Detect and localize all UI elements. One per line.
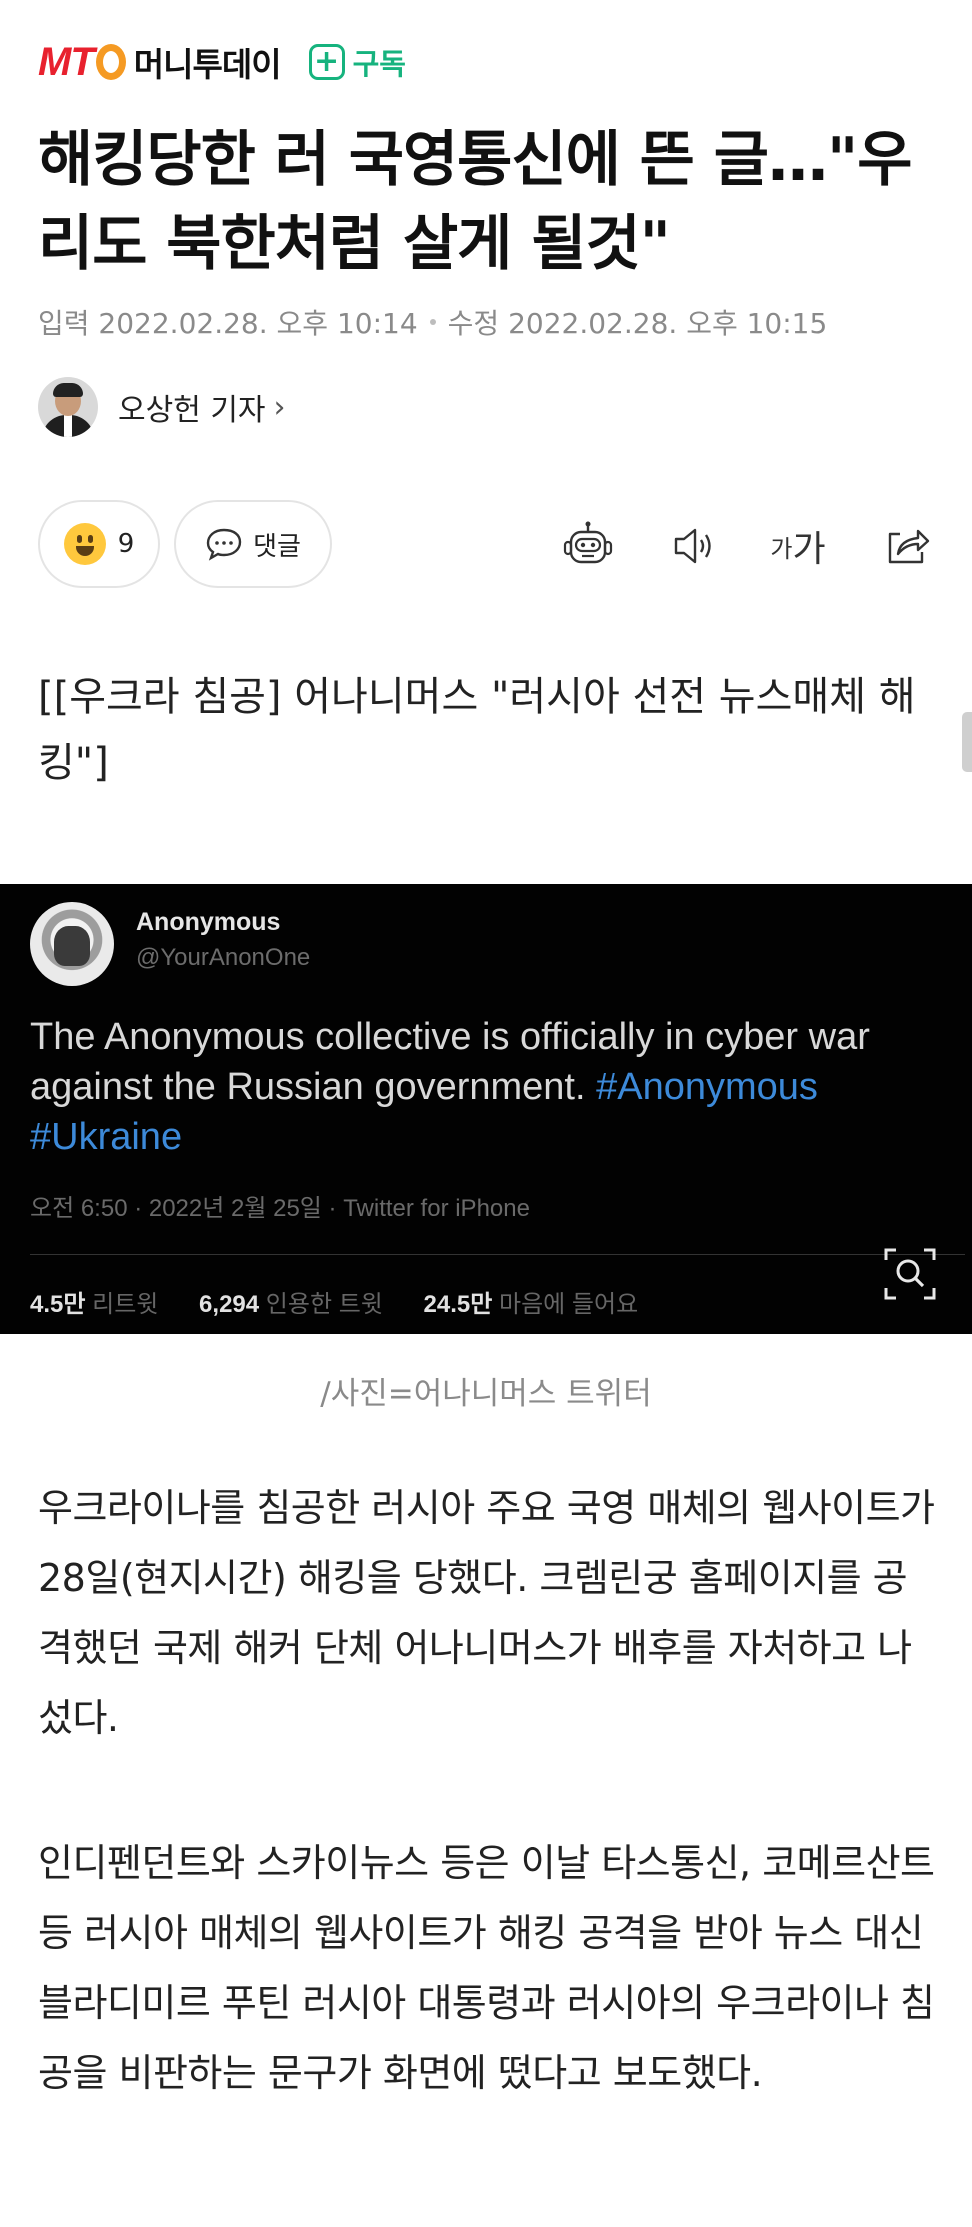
edit-date: 수정 2022.02.28. 오후 10:15 [447, 307, 828, 340]
date-separator [429, 319, 436, 325]
article-paragraph-2: 인디펜던트와 스카이뉴스 등은 이날 타스통신, 코메르산트 등 러시아 매체의… [38, 1841, 935, 2095]
comment-label: 댓글 [253, 531, 301, 562]
share-icon[interactable] [878, 518, 934, 574]
comment-button[interactable]: 댓글 [174, 500, 332, 588]
reaction-button[interactable]: 9 [38, 500, 160, 588]
retweets-label: 리트윗 [92, 1291, 159, 1318]
reporter-avatar [38, 377, 98, 437]
tweet-image: Anonymous @YourAnonOne The Anonymous col… [0, 884, 972, 1334]
reporter-name: 오상헌 기자 [118, 393, 266, 428]
subscribe-button[interactable]: + 구독 [308, 41, 406, 83]
reporter-link[interactable]: 오상헌 기자 › [38, 377, 286, 437]
tweet-hashtag-anonymous: #Anonymous [596, 1066, 818, 1108]
scrollbar-thumb[interactable] [962, 712, 972, 772]
chevron-right-icon: › [273, 389, 286, 425]
tweet-divider [30, 1254, 965, 1255]
logo-mto[interactable]: MT [38, 40, 126, 85]
zoom-icon[interactable] [880, 1244, 940, 1304]
robot-icon[interactable] [560, 518, 616, 574]
input-date: 입력 2022.02.28. 오후 10:14 [38, 307, 418, 340]
reaction-toolbar: 9 댓글 가가 [38, 500, 938, 590]
tweet-meta: 오전 6:50 · 2022년 2월 25일 · Twitter for iPh… [30, 1195, 530, 1222]
logo-text: MT [38, 39, 95, 84]
tweet-avatar [30, 902, 114, 986]
quotes-label: 인용한 트윗 [265, 1291, 383, 1318]
quotes-value: 6,294 [199, 1291, 260, 1318]
logo-o-mark [95, 43, 126, 80]
tweet-text: The Anonymous collective is officially i… [30, 1012, 960, 1162]
tweet-hashtag-ukraine: #Ukraine [30, 1116, 183, 1158]
font-small-label: 가 [770, 534, 793, 563]
likes-label: 마음에 들어요 [499, 1291, 639, 1318]
comment-bubble-icon [206, 528, 242, 561]
reaction-count: 9 [117, 529, 135, 559]
subscribe-label: 구독 [352, 47, 406, 81]
article-subtitle: [[우크라 침공] 어나니머스 "러시아 선전 뉴스매체 해킹"] [38, 674, 916, 786]
emoji-icon [63, 523, 106, 565]
brand-name[interactable]: 머니투데이 [134, 38, 282, 86]
font-size-icon[interactable]: 가가 [770, 518, 826, 574]
image-caption: /사진=어나니머스 트위터 [320, 1376, 652, 1412]
font-large-label: 가 [792, 529, 826, 570]
likes-value: 24.5만 [423, 1291, 493, 1318]
header: MT 머니투데이 + 구독 [38, 36, 406, 88]
tweet-handle: @YourAnonOne [136, 944, 311, 971]
tweet-name: Anonymous [136, 908, 281, 936]
retweets-value: 4.5만 [30, 1291, 86, 1318]
article-paragraph-1: 우크라이나를 침공한 러시아 주요 국영 매체의 웹사이트가 28일(현지시간)… [38, 1486, 935, 1740]
speaker-icon[interactable] [666, 518, 722, 574]
plus-icon: + [308, 44, 345, 80]
article-dates: 입력 2022.02.28. 오후 10:14 수정 2022.02.28. 오… [38, 302, 827, 342]
article-headline: 해킹당한 러 국영통신에 뜬 글…"우리도 북한처럼 살게 될것" [38, 125, 912, 279]
tweet-stats: 4.5만 리트윗 6,294 인용한 트윗 24.5만 마음에 들어요 [30, 1284, 672, 1319]
